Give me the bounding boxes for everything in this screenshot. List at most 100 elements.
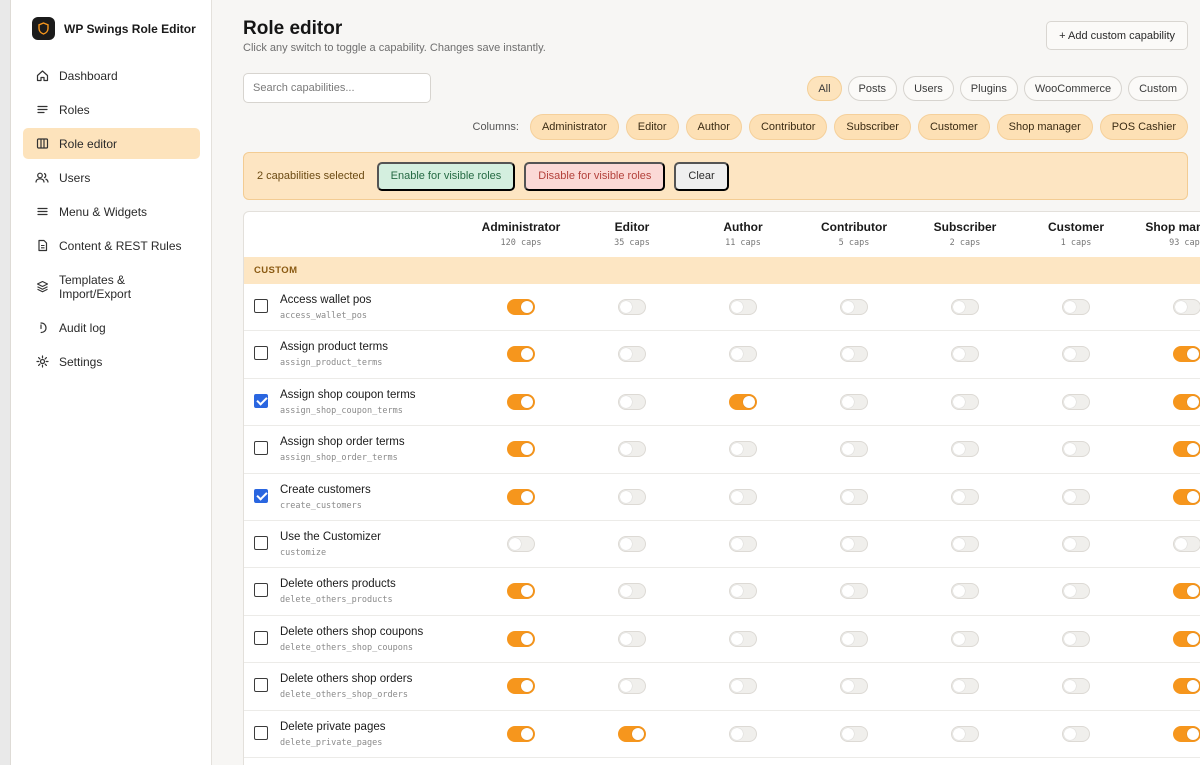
capability-toggle[interactable] (618, 441, 646, 458)
capability-toggle[interactable] (507, 441, 535, 458)
capability-toggle[interactable] (729, 583, 757, 600)
sidebar-item-content-rest-rules[interactable]: Content & REST Rules (23, 230, 200, 261)
capability-toggle[interactable] (1062, 678, 1090, 695)
row-checkbox[interactable] (254, 678, 268, 693)
capability-toggle[interactable] (951, 299, 979, 315)
capability-toggle[interactable] (1173, 346, 1200, 363)
capability-toggle[interactable] (618, 725, 646, 742)
capability-toggle[interactable] (729, 535, 757, 552)
capability-toggle[interactable] (729, 393, 757, 410)
sidebar-item-settings[interactable]: Settings (23, 346, 200, 377)
capability-toggle[interactable] (618, 346, 646, 363)
capability-toggle[interactable] (1062, 393, 1090, 410)
capability-toggle[interactable] (1173, 488, 1200, 505)
capability-toggle[interactable] (840, 630, 868, 647)
capability-toggle[interactable] (507, 299, 535, 315)
capability-toggle[interactable] (1173, 535, 1200, 552)
capability-toggle[interactable] (1173, 299, 1200, 315)
capability-toggle[interactable] (729, 346, 757, 363)
capability-toggle[interactable] (951, 583, 979, 600)
capability-toggle[interactable] (729, 725, 757, 742)
capability-toggle[interactable] (618, 393, 646, 410)
capability-toggle[interactable] (840, 725, 868, 742)
row-checkbox[interactable] (254, 441, 268, 456)
capability-toggle[interactable] (1173, 441, 1200, 458)
filter-users[interactable]: Users (903, 76, 954, 101)
capability-toggle[interactable] (1062, 488, 1090, 505)
row-checkbox[interactable] (254, 535, 268, 550)
sidebar-item-menu-widgets[interactable]: Menu & Widgets (23, 196, 200, 227)
column-chip-customer[interactable]: Customer (917, 114, 990, 140)
filter-plugins[interactable]: Plugins (959, 76, 1018, 101)
capability-toggle[interactable] (618, 488, 646, 505)
capability-toggle[interactable] (840, 678, 868, 695)
capability-toggle[interactable] (840, 393, 868, 410)
row-checkbox[interactable] (254, 488, 268, 503)
column-chip-author[interactable]: Author (685, 114, 742, 140)
clear-selection-button[interactable]: Clear (674, 161, 729, 191)
filter-woocommerce[interactable]: WooCommerce (1023, 76, 1123, 101)
sidebar-item-roles[interactable]: Roles (23, 94, 200, 125)
capability-toggle[interactable] (1173, 630, 1200, 647)
capability-toggle[interactable] (618, 678, 646, 695)
filter-custom[interactable]: Custom (1128, 76, 1188, 101)
capability-toggle[interactable] (951, 441, 979, 458)
capability-toggle[interactable] (951, 535, 979, 552)
row-checkbox[interactable] (254, 346, 268, 361)
capability-toggle[interactable] (507, 678, 535, 695)
sidebar-item-audit-log[interactable]: Audit log (23, 312, 200, 343)
capability-toggle[interactable] (1062, 299, 1090, 315)
capability-toggle[interactable] (507, 630, 535, 647)
filter-posts[interactable]: Posts (847, 76, 898, 101)
capability-toggle[interactable] (507, 488, 535, 505)
capability-toggle[interactable] (951, 488, 979, 505)
capability-toggle[interactable] (729, 488, 757, 505)
capability-toggle[interactable] (840, 583, 868, 600)
filter-all[interactable]: All (807, 76, 842, 101)
row-checkbox[interactable] (254, 393, 268, 408)
capability-toggle[interactable] (729, 630, 757, 647)
capability-toggle[interactable] (618, 583, 646, 600)
capability-toggle[interactable] (507, 725, 535, 742)
capability-toggle[interactable] (1062, 535, 1090, 552)
sidebar-item-users[interactable]: Users (23, 162, 200, 193)
capability-toggle[interactable] (840, 441, 868, 458)
capability-toggle[interactable] (840, 488, 868, 505)
capability-toggle[interactable] (1062, 441, 1090, 458)
capability-toggle[interactable] (507, 583, 535, 600)
row-checkbox[interactable] (254, 583, 268, 598)
column-chip-subscriber[interactable]: Subscriber (834, 114, 911, 140)
search-input[interactable] (243, 73, 431, 103)
column-chip-pos-cashier[interactable]: POS Cashier (1099, 114, 1188, 140)
capability-toggle[interactable] (729, 299, 757, 315)
capability-toggle[interactable] (951, 678, 979, 695)
capability-toggle[interactable] (951, 393, 979, 410)
capability-toggle[interactable] (729, 441, 757, 458)
capability-toggle[interactable] (1062, 583, 1090, 600)
sidebar-item-role-editor[interactable]: Role editor (23, 128, 200, 159)
row-checkbox[interactable] (254, 725, 268, 740)
capability-toggle[interactable] (1062, 725, 1090, 742)
capability-toggle[interactable] (1062, 630, 1090, 647)
row-checkbox[interactable] (254, 299, 268, 313)
capability-toggle[interactable] (840, 299, 868, 315)
capability-toggle[interactable] (618, 535, 646, 552)
capability-toggle[interactable] (840, 346, 868, 363)
capability-toggle[interactable] (840, 535, 868, 552)
sidebar-item-dashboard[interactable]: Dashboard (23, 60, 200, 91)
disable-visible-roles-button[interactable]: Disable for visible roles (524, 161, 666, 191)
enable-visible-roles-button[interactable]: Enable for visible roles (376, 161, 516, 191)
capability-toggle[interactable] (1062, 346, 1090, 363)
capability-toggle[interactable] (1173, 678, 1200, 695)
column-chip-editor[interactable]: Editor (625, 114, 679, 140)
column-chip-shop-manager[interactable]: Shop manager (996, 114, 1093, 140)
sidebar-item-templates-import-export[interactable]: Templates & Import/Export (23, 264, 200, 309)
capability-toggle[interactable] (618, 630, 646, 647)
capability-toggle[interactable] (507, 346, 535, 363)
capability-toggle[interactable] (507, 393, 535, 410)
capability-toggle[interactable] (1173, 583, 1200, 600)
column-chip-administrator[interactable]: Administrator (529, 114, 619, 140)
capability-toggle[interactable] (1173, 393, 1200, 410)
capability-toggle[interactable] (507, 535, 535, 552)
capability-toggle[interactable] (951, 346, 979, 363)
